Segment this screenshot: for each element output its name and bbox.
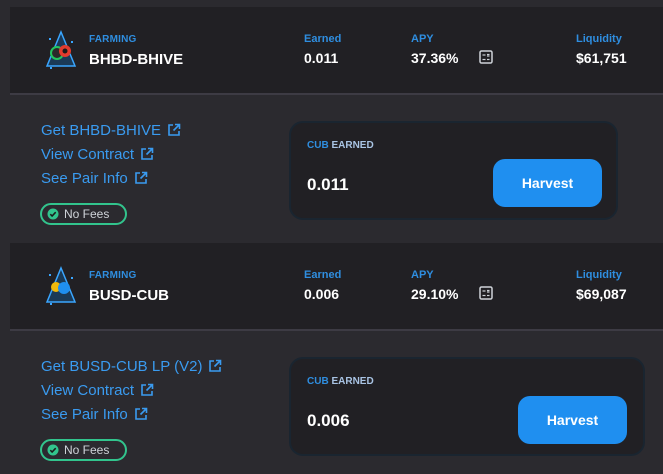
- apy-label: APY: [411, 269, 434, 281]
- earned-value: 0.011: [304, 50, 339, 66]
- see-pair-info-link[interactable]: See Pair Info: [41, 402, 222, 426]
- farm-row-busd-cub[interactable]: FARMING BUSD-CUB Earned 0.006 APY 29.10%…: [10, 243, 663, 331]
- no-fees-label: No Fees: [64, 443, 110, 457]
- calculator-icon[interactable]: [479, 286, 493, 300]
- external-link-icon: [168, 123, 181, 136]
- farming-tag: FARMING: [89, 34, 137, 45]
- check-badge-icon: [47, 444, 59, 456]
- earned-label: Earned: [304, 269, 342, 281]
- header-divider: [10, 329, 663, 331]
- view-contract-link[interactable]: View Contract: [41, 142, 181, 166]
- external-link-icon: [134, 171, 148, 184]
- earned-token: CUB: [307, 376, 329, 387]
- get-lp-label: Get BHBD-BHIVE: [41, 121, 162, 139]
- get-lp-link[interactable]: Get BHBD-BHIVE: [41, 118, 181, 142]
- external-link-icon: [141, 147, 154, 160]
- farming-tag: FARMING: [89, 270, 137, 281]
- harvest-button[interactable]: Harvest: [518, 396, 627, 444]
- get-lp-label: Get BUSD-CUB LP (V2): [41, 357, 203, 375]
- calculator-icon[interactable]: [479, 50, 493, 64]
- external-link-icon: [209, 359, 222, 372]
- pair-token-icon: [45, 266, 77, 305]
- apy-value: 37.36%: [411, 50, 459, 66]
- see-pair-info-link[interactable]: See Pair Info: [41, 166, 181, 190]
- liquidity-label: Liquidity: [576, 33, 622, 45]
- earned-value: 0.006: [304, 286, 340, 302]
- no-fees-label: No Fees: [64, 207, 110, 221]
- cub-earned-panel: CUB EARNED 0.011 Harvest: [289, 121, 618, 220]
- earned-amount: 0.006: [307, 411, 350, 430]
- external-link-icon: [141, 383, 154, 396]
- farm-row-bhbd-bhive[interactable]: FARMING BHBD-BHIVE Earned 0.011 APY 37.3…: [10, 7, 663, 95]
- apy-label: APY: [411, 33, 434, 45]
- earned-amount: 0.011: [307, 175, 349, 194]
- no-fees-badge: No Fees: [40, 439, 127, 461]
- pair-name: BHBD-BHIVE: [89, 51, 184, 68]
- apy-value: 29.10%: [411, 286, 459, 302]
- earned-token: CUB: [307, 140, 329, 151]
- farm-links: Get BUSD-CUB LP (V2) View Contract See P…: [41, 354, 222, 426]
- view-contract-label: View Contract: [41, 381, 135, 399]
- get-lp-link[interactable]: Get BUSD-CUB LP (V2): [41, 354, 222, 378]
- earned-label: Earned: [304, 33, 342, 45]
- view-contract-link[interactable]: View Contract: [41, 378, 222, 402]
- no-fees-badge: No Fees: [40, 203, 127, 225]
- liquidity-value: $69,087: [576, 286, 627, 302]
- earned-title: CUB EARNED: [307, 140, 374, 151]
- see-pair-info-label: See Pair Info: [41, 169, 128, 187]
- harvest-button[interactable]: Harvest: [493, 159, 602, 207]
- farm-links: Get BHBD-BHIVE View Contract See Pair In…: [41, 118, 181, 190]
- liquidity-value: $61,751: [576, 50, 627, 66]
- external-link-icon: [134, 407, 148, 420]
- earned-title: CUB EARNED: [307, 376, 374, 387]
- check-badge-icon: [47, 208, 59, 220]
- view-contract-label: View Contract: [41, 145, 135, 163]
- liquidity-label: Liquidity: [576, 269, 622, 281]
- earned-word: EARNED: [331, 376, 374, 387]
- header-divider: [10, 93, 663, 95]
- pair-name: BUSD-CUB: [89, 287, 169, 304]
- earned-word: EARNED: [331, 140, 374, 151]
- cub-earned-panel: CUB EARNED 0.006 Harvest: [289, 357, 645, 456]
- see-pair-info-label: See Pair Info: [41, 405, 128, 423]
- pair-token-icon: [45, 30, 77, 69]
